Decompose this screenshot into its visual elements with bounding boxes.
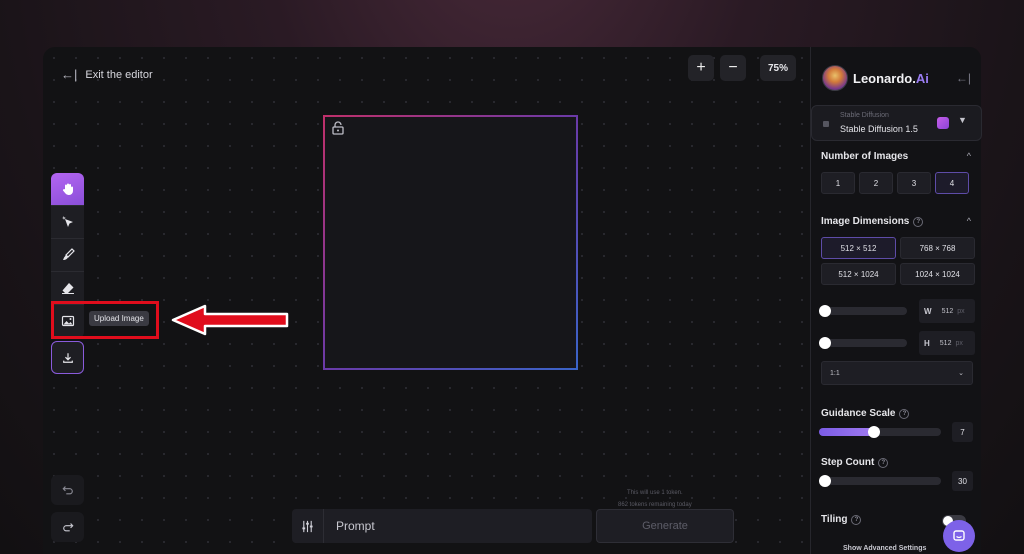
dimension-512x512[interactable]: 512 × 512 <box>821 237 896 259</box>
chevron-up-icon[interactable]: ^ <box>967 151 971 161</box>
aspect-ratio-select[interactable]: 1:1 ⌄ <box>821 361 973 385</box>
dimension-512x1024[interactable]: 512 × 1024 <box>821 263 896 285</box>
prompt-input[interactable]: Prompt <box>336 519 375 533</box>
sliders-icon <box>302 520 313 532</box>
avatar[interactable] <box>822 65 848 91</box>
annotation-arrow-icon <box>171 304 289 336</box>
caret-down-icon[interactable]: ▼ <box>958 115 967 125</box>
dimension-768x768[interactable]: 768 × 768 <box>900 237 975 259</box>
width-slider-knob[interactable] <box>819 305 831 317</box>
width-row: W 512 px <box>819 299 975 323</box>
height-field[interactable]: H 512 px <box>919 331 975 355</box>
exit-editor-label: Exit the editor <box>85 68 153 81</box>
tiling-title: Tiling ? <box>821 514 862 525</box>
num-images-1[interactable]: 1 <box>821 172 855 194</box>
info-icon[interactable]: ? <box>851 514 862 525</box>
guidance-slider-fill <box>819 428 874 436</box>
guidance-slider[interactable] <box>819 426 941 438</box>
model-icon <box>823 121 829 127</box>
guidance-row <box>819 426 941 438</box>
info-icon[interactable]: ? <box>913 216 924 227</box>
info-icon[interactable]: ? <box>899 408 910 419</box>
brand-name: Leonardo.Ai <box>853 70 929 86</box>
hand-icon <box>62 183 73 195</box>
model-family: Stable Diffusion <box>840 112 889 119</box>
download-button[interactable] <box>51 341 84 374</box>
model-selector[interactable]: Stable Diffusion Stable Diffusion 1.5 ▼ <box>811 105 982 141</box>
collapse-sidebar-icon[interactable]: ←| <box>956 71 971 85</box>
zoom-controls: + − 75% <box>688 55 796 81</box>
aspect-ratio-value: 1:1 <box>830 369 840 377</box>
guidance-scale-title: Guidance Scale ? <box>821 408 910 419</box>
prompt-settings-button[interactable] <box>292 509 324 543</box>
token-cost-text: This will use 1 token. <box>627 490 683 496</box>
step-count-title: Step Count ? <box>821 457 889 468</box>
exit-arrow-icon: ←| <box>61 67 78 82</box>
token-info: This will use 1 token. 862 tokens remain… <box>618 487 692 511</box>
select-tool-button[interactable] <box>51 206 84 239</box>
generate-button[interactable]: Generate <box>596 509 734 543</box>
num-images-2[interactable]: 2 <box>859 172 893 194</box>
dimension-options: 512 × 512 768 × 768 512 × 1024 1024 × 10… <box>821 237 975 285</box>
step-row <box>819 475 941 487</box>
num-images-4[interactable]: 4 <box>935 172 969 194</box>
brush-tool-button[interactable] <box>51 239 84 272</box>
height-row: H 512 px <box>819 331 975 355</box>
model-name: Stable Diffusion 1.5 <box>840 124 918 134</box>
number-of-images-title: Number of Images <box>821 151 909 162</box>
download-icon <box>62 352 73 363</box>
zoom-level[interactable]: 75% <box>760 55 796 81</box>
guidance-slider-knob[interactable] <box>867 426 880 438</box>
step-slider[interactable] <box>819 475 941 487</box>
exit-editor-link[interactable]: ←| Exit the editor <box>61 67 153 82</box>
unlock-icon[interactable] <box>331 121 345 135</box>
settings-sidebar: Leonardo.Ai ←| Stable Diffusion Stable D… <box>810 47 982 554</box>
info-icon[interactable]: ? <box>878 457 889 468</box>
chevron-up-icon[interactable]: ^ <box>967 216 971 226</box>
eraser-icon <box>61 283 74 294</box>
upload-image-tooltip: Upload Image <box>89 311 149 326</box>
num-images-3[interactable]: 3 <box>897 172 931 194</box>
model-badge-icon <box>937 117 949 129</box>
redo-icon <box>62 523 74 532</box>
show-advanced-settings-link[interactable]: Show Advanced Settings <box>843 545 926 552</box>
redo-button[interactable] <box>51 512 84 542</box>
chat-icon <box>953 530 965 541</box>
number-of-images-options: 1 2 3 4 <box>821 172 969 194</box>
width-field[interactable]: W 512 px <box>919 299 975 323</box>
step-value[interactable]: 30 <box>952 471 973 491</box>
width-slider[interactable] <box>819 305 907 317</box>
undo-icon <box>61 486 73 495</box>
chat-support-button[interactable] <box>943 520 975 552</box>
generation-frame[interactable] <box>323 115 578 370</box>
guidance-value[interactable]: 7 <box>952 422 973 442</box>
chevron-down-icon: ⌄ <box>958 370 964 377</box>
brush-icon <box>62 248 75 260</box>
undo-button[interactable] <box>51 475 84 505</box>
step-slider-knob[interactable] <box>819 475 831 487</box>
zoom-in-button[interactable]: + <box>688 55 714 81</box>
height-slider[interactable] <box>819 337 907 349</box>
height-slider-knob[interactable] <box>819 337 831 349</box>
brand: Leonardo.Ai <box>822 65 929 91</box>
image-dimensions-title: Image Dimensions ? <box>821 216 924 227</box>
dimension-1024x1024[interactable]: 1024 × 1024 <box>900 263 975 285</box>
zoom-out-button[interactable]: − <box>720 55 746 81</box>
prompt-bar[interactable]: Prompt <box>292 509 592 543</box>
pan-tool-button[interactable] <box>51 173 84 206</box>
cursor-sparkle-icon <box>61 216 73 227</box>
